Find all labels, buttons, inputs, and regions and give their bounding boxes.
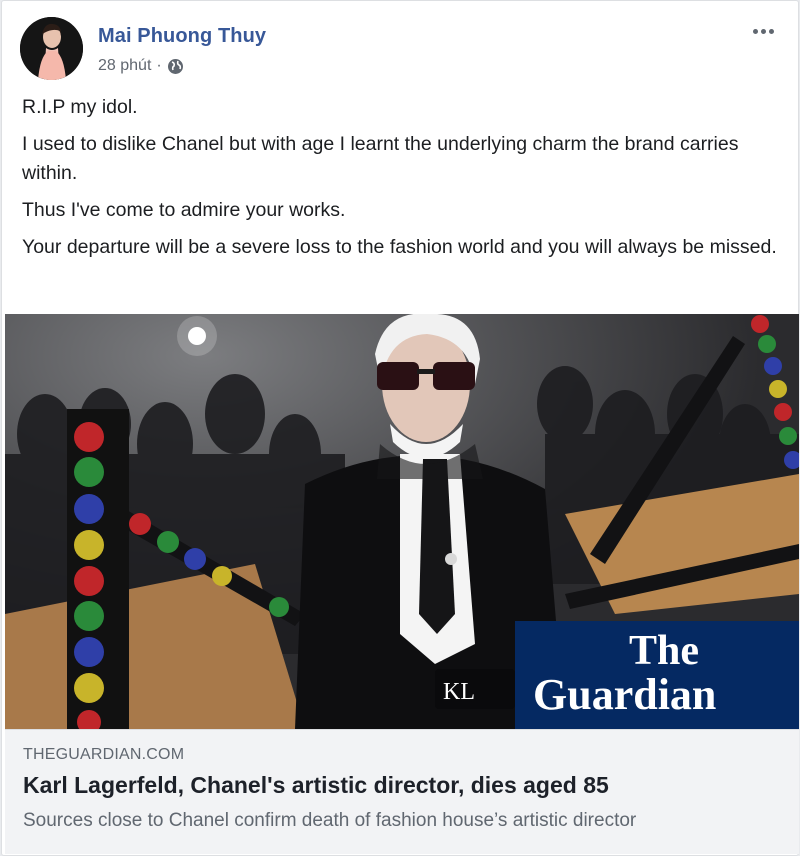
link-domain: THEGUARDIAN.COM bbox=[23, 746, 185, 763]
meta-separator: · bbox=[156, 57, 162, 74]
link-preview-image[interactable]: KL The Guardian bbox=[5, 314, 799, 729]
author-name[interactable]: Mai Phuong Thuy bbox=[98, 25, 266, 48]
post-meta: 28 phút · bbox=[98, 57, 184, 75]
link-description: Sources close to Chanel confirm death of… bbox=[23, 810, 637, 831]
globe-icon[interactable] bbox=[167, 58, 184, 75]
post-paragraph: Your departure will be a severe loss to … bbox=[22, 236, 777, 258]
more-options-icon[interactable] bbox=[746, 21, 780, 41]
link-title[interactable]: Karl Lagerfeld, Chanel's artistic direct… bbox=[23, 772, 609, 799]
post-time[interactable]: 28 phút bbox=[98, 57, 151, 75]
avatar[interactable] bbox=[20, 17, 83, 80]
guardian-logo-the: The bbox=[629, 628, 699, 674]
post-paragraph: R.I.P my idol. bbox=[22, 96, 138, 118]
post-text: R.I.P my idol. I used to dislike Chanel … bbox=[22, 93, 782, 270]
feed-post: Mai Phuong Thuy 28 phút · R.I.P my idol.… bbox=[1, 0, 799, 856]
post-paragraph: I used to dislike Chanel but with age I … bbox=[22, 133, 739, 184]
link-preview[interactable]: THEGUARDIAN.COM Karl Lagerfeld, Chanel's… bbox=[5, 729, 799, 854]
post-paragraph: Thus I've come to admire your works. bbox=[22, 199, 346, 221]
post-header: Mai Phuong Thuy 28 phút · bbox=[20, 17, 780, 81]
guardian-logo-name: Guardian bbox=[533, 670, 716, 719]
bag-monogram: KL bbox=[443, 679, 475, 705]
